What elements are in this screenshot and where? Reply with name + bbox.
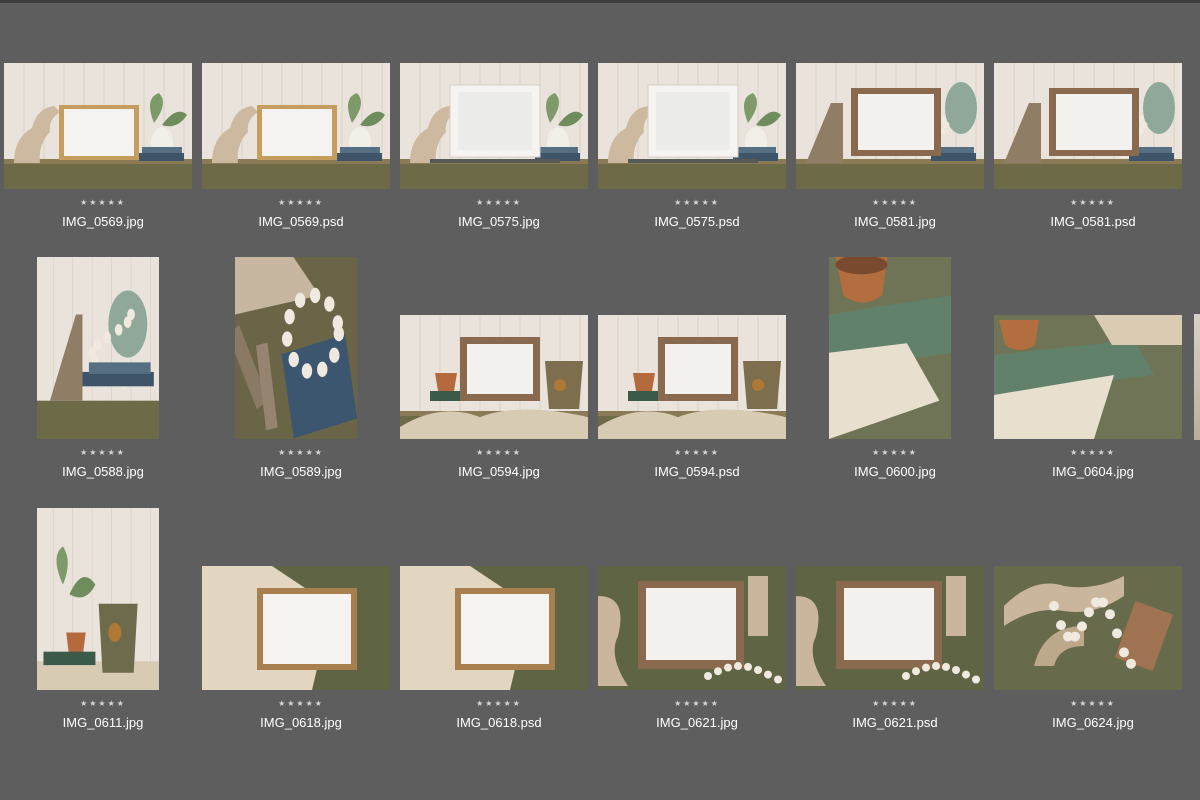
file-thumbnail-cell[interactable]: ★★★★★ IMG_0600.jpg: [796, 257, 994, 507]
thumbnail-image[interactable]: [598, 566, 786, 690]
rating-stars[interactable]: ★★★★★: [400, 198, 598, 208]
rating-stars[interactable]: ★★★★★: [598, 198, 796, 208]
filename-label[interactable]: IMG_0575.psd: [598, 214, 796, 230]
thumbnail-image[interactable]: [796, 566, 984, 690]
filename-label[interactable]: IMG_0588.jpg: [4, 464, 202, 480]
rating-stars[interactable]: ★★★★★: [598, 699, 796, 709]
filename-label[interactable]: IMG_0575.jpg: [400, 214, 598, 230]
thumbnail-image[interactable]: [598, 63, 786, 189]
rating-stars[interactable]: ★★★★★: [796, 198, 994, 208]
rating-stars[interactable]: ★★★★★: [4, 198, 202, 208]
thumbnail-image[interactable]: [202, 566, 390, 690]
file-thumbnail-cell[interactable]: ★★★★★ IMG_0589.jpg: [202, 257, 400, 507]
rating-stars[interactable]: ★★★★★: [994, 699, 1192, 709]
thumbnail-image[interactable]: [796, 63, 984, 189]
thumbnail-image[interactable]: [994, 315, 1182, 439]
filename-label[interactable]: IMG_0581.psd: [994, 214, 1192, 230]
filename-label[interactable]: IMG_0569.jpg: [4, 214, 202, 230]
filename-label[interactable]: IMG_0589.jpg: [202, 464, 400, 480]
filename-label[interactable]: IMG_0611.jpg: [4, 715, 202, 731]
rating-stars[interactable]: ★★★★★: [994, 448, 1192, 458]
file-thumbnail-cell[interactable]: ★★★★★ IMG_0604.jpg: [994, 257, 1192, 507]
thumbnail-image[interactable]: [400, 566, 588, 690]
filename-label[interactable]: IMG_0621.jpg: [598, 715, 796, 731]
file-thumbnail-cell[interactable]: ★★★★★ IMG_0611.jpg: [4, 508, 202, 758]
rating-stars[interactable]: ★★★★★: [598, 448, 796, 458]
thumbnail-image[interactable]: [829, 257, 951, 439]
thumbnail-image[interactable]: [235, 257, 357, 439]
thumbnail-image[interactable]: [994, 63, 1182, 189]
filename-label[interactable]: IMG_0618.jpg: [202, 715, 400, 731]
thumbnail-image[interactable]: [400, 63, 588, 189]
file-thumbnail-cell[interactable]: ★★★★★ IMG_0618.psd: [400, 508, 598, 758]
rating-stars[interactable]: ★★★★★: [202, 448, 400, 458]
thumbnail-image[interactable]: [4, 63, 192, 189]
filename-label[interactable]: IMG_0594.jpg: [400, 464, 598, 480]
filename-label[interactable]: IMG_0604.jpg: [994, 464, 1192, 480]
filename-label[interactable]: IMG_0594.psd: [598, 464, 796, 480]
file-thumbnail-cell[interactable]: ★★★★★ IMG_0594.psd: [598, 257, 796, 507]
rating-stars[interactable]: ★★★★★: [796, 448, 994, 458]
rating-stars[interactable]: ★★★★★: [400, 448, 598, 458]
thumbnail-image[interactable]: [598, 315, 786, 439]
file-thumbnail-cell[interactable]: ★★★★★ IMG_0594.jpg: [400, 257, 598, 507]
thumbnail-image[interactable]: [37, 257, 159, 439]
rating-stars[interactable]: ★★★★★: [400, 699, 598, 709]
rating-stars[interactable]: ★★★★★: [994, 198, 1192, 208]
rating-stars[interactable]: ★★★★★: [796, 699, 994, 709]
file-thumbnail-cell[interactable]: ★★★★★ IMG_0621.jpg: [598, 508, 796, 758]
filename-label[interactable]: IMG_0621.psd: [796, 715, 994, 731]
rating-stars[interactable]: ★★★★★: [4, 699, 202, 709]
rating-stars[interactable]: ★★★★★: [202, 198, 400, 208]
file-thumbnail-cell[interactable]: ★★★★★ IMG_0621.psd: [796, 508, 994, 758]
thumbnail-image[interactable]: [37, 508, 159, 690]
filename-label[interactable]: IMG_0581.jpg: [796, 214, 994, 230]
file-thumbnail-cell[interactable]: ★★★★★ IMG_0624.jpg: [994, 508, 1192, 758]
top-border: [0, 0, 1200, 3]
thumbnail-image[interactable]: [202, 63, 390, 189]
rating-stars[interactable]: ★★★★★: [202, 699, 400, 709]
filename-label[interactable]: IMG_0600.jpg: [796, 464, 994, 480]
file-thumbnail-cell[interactable]: ★★★★★ IMG_0618.jpg: [202, 508, 400, 758]
partial-thumbnail-edge[interactable]: [1194, 314, 1200, 440]
filename-label[interactable]: IMG_0569.psd: [202, 214, 400, 230]
file-thumbnail-cell[interactable]: ★★★★★ IMG_0588.jpg: [4, 257, 202, 507]
thumbnail-image[interactable]: [994, 566, 1182, 690]
thumbnail-image[interactable]: [400, 315, 588, 439]
filename-label[interactable]: IMG_0624.jpg: [994, 715, 1192, 731]
rating-stars[interactable]: ★★★★★: [4, 448, 202, 458]
filename-label[interactable]: IMG_0618.psd: [400, 715, 598, 731]
